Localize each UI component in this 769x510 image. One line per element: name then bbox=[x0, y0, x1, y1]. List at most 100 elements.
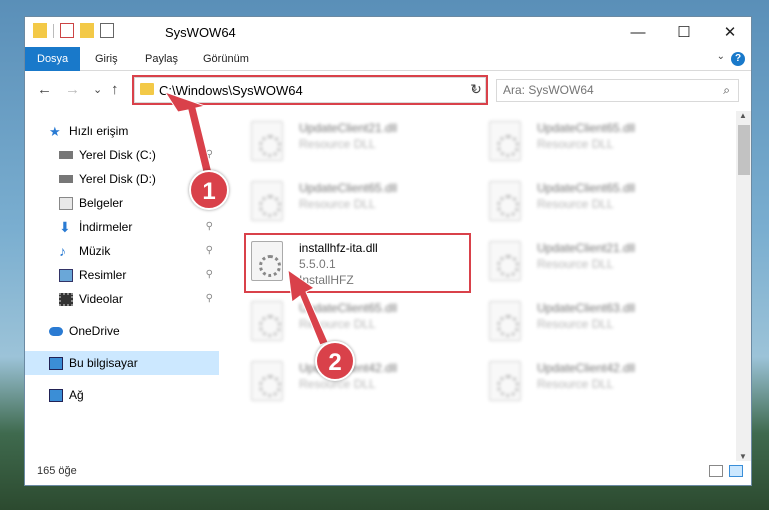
pin-icon[interactable]: ⚲ bbox=[206, 245, 213, 256]
tab-file[interactable]: Dosya bbox=[25, 47, 81, 71]
file-description: Resource DLL bbox=[537, 137, 614, 151]
item-count: 165 öğe bbox=[37, 465, 77, 477]
cloud-icon bbox=[49, 326, 63, 336]
dll-file-icon bbox=[489, 361, 521, 401]
recent-locations-button[interactable]: ⌄ bbox=[93, 83, 102, 96]
scrollbar-thumb[interactable] bbox=[738, 125, 750, 175]
search-icon[interactable]: ⌕ bbox=[723, 83, 730, 98]
file-item[interactable]: UpdateClient42.dll Resource DLL bbox=[247, 355, 477, 415]
sidebar-item-label: İndirmeler bbox=[79, 220, 133, 234]
address-highlight-box bbox=[132, 75, 488, 105]
tab-home[interactable]: Giriş bbox=[83, 47, 130, 71]
file-item[interactable]: UpdateClient63.dll Resource DLL bbox=[485, 295, 715, 355]
file-highlight-box bbox=[244, 233, 471, 293]
sidebar-item-label: Belgeler bbox=[79, 196, 124, 210]
title-bar: SysWOW64 — ☐ ✕ bbox=[25, 17, 751, 47]
file-item[interactable]: UpdateClient42.dll Resource DLL bbox=[485, 355, 715, 415]
step-1-badge: 1 bbox=[189, 170, 229, 210]
new-folder-icon[interactable] bbox=[80, 23, 94, 38]
search-box[interactable]: ⌕ bbox=[496, 79, 739, 102]
file-item[interactable]: UpdateClient21.dll Resource DLL bbox=[485, 235, 715, 295]
tab-view[interactable]: Görünüm bbox=[191, 47, 261, 71]
sidebar-item-pictures[interactable]: Resimler ⚲ bbox=[25, 263, 219, 287]
folder-icon[interactable] bbox=[33, 23, 47, 38]
file-description: Resource DLL bbox=[299, 197, 376, 211]
network-icon bbox=[49, 388, 63, 402]
ribbon-tabs: Dosya Giriş Paylaş Görünüm ⌄ ? bbox=[25, 47, 751, 71]
dll-file-icon bbox=[489, 301, 521, 341]
sidebar-item-network[interactable]: Ağ bbox=[25, 383, 219, 407]
file-name: UpdateClient65.dll bbox=[299, 301, 398, 315]
dll-file-icon bbox=[489, 121, 521, 161]
drive-icon bbox=[59, 151, 73, 159]
file-item[interactable]: UpdateClient21.dll Resource DLL bbox=[247, 115, 477, 175]
sidebar-item-label: Yerel Disk (D:) bbox=[79, 172, 156, 186]
pictures-icon bbox=[59, 268, 73, 282]
sidebar-item-label: OneDrive bbox=[69, 324, 120, 338]
large-icons-view-icon[interactable] bbox=[729, 465, 743, 477]
sidebar-item-label: Hızlı erişim bbox=[69, 124, 129, 138]
star-icon: ★ bbox=[49, 123, 61, 139]
dll-file-icon bbox=[489, 241, 521, 281]
sidebar-item-label: Videolar bbox=[79, 292, 123, 306]
computer-icon bbox=[49, 356, 63, 370]
close-button[interactable]: ✕ bbox=[707, 17, 751, 47]
up-button[interactable]: ↑ bbox=[111, 81, 119, 98]
pin-icon[interactable]: ⚲ bbox=[206, 293, 213, 304]
help-icon[interactable]: ? bbox=[731, 52, 745, 66]
sidebar-item-label: Resimler bbox=[79, 268, 127, 282]
file-item[interactable]: UpdateClient65.dll Resource DLL bbox=[485, 175, 715, 235]
sidebar-item-label: Ağ bbox=[69, 388, 84, 402]
pin-icon[interactable]: ⚲ bbox=[206, 221, 213, 232]
dll-file-icon bbox=[251, 361, 283, 401]
dll-file-icon bbox=[251, 121, 283, 161]
scroll-up-icon[interactable]: ▲ bbox=[739, 111, 747, 120]
toolbar-separator bbox=[53, 23, 54, 38]
file-description: Resource DLL bbox=[299, 317, 376, 331]
properties-icon[interactable] bbox=[60, 23, 74, 38]
pin-icon[interactable]: ⚲ bbox=[206, 269, 213, 280]
minimize-button[interactable]: — bbox=[615, 17, 661, 47]
sidebar-item-quick-access[interactable]: ★ Hızlı erişim bbox=[25, 119, 219, 143]
file-description: Resource DLL bbox=[537, 197, 614, 211]
customize-toolbar-icon[interactable] bbox=[100, 23, 114, 38]
ribbon-expand-icon[interactable]: ⌄ bbox=[717, 51, 725, 62]
navigation-bar: ← → ⌄ ↑ C:\Windows\SysWOW64 ⌄ ↻ ⌕ bbox=[25, 73, 751, 107]
file-description: Resource DLL bbox=[537, 377, 614, 391]
dll-file-icon bbox=[489, 181, 521, 221]
sidebar-item-this-pc[interactable]: Bu bilgisayar bbox=[25, 351, 219, 375]
file-name: UpdateClient63.dll bbox=[537, 301, 636, 315]
drive-icon bbox=[59, 175, 73, 183]
documents-icon bbox=[59, 196, 73, 210]
file-list: UpdateClient21.dll Resource DLL UpdateCl… bbox=[241, 111, 735, 461]
details-view-icon[interactable] bbox=[709, 465, 723, 477]
sidebar-item-local-disk-c[interactable]: Yerel Disk (C:) ⚲ bbox=[25, 143, 219, 167]
vertical-scrollbar[interactable]: ▲ ▼ bbox=[736, 111, 751, 461]
back-button[interactable]: ← bbox=[37, 81, 52, 98]
file-item[interactable]: UpdateClient65.dll Resource DLL bbox=[247, 175, 477, 235]
videos-icon bbox=[59, 292, 73, 306]
music-icon: ♪ bbox=[59, 242, 66, 259]
sidebar-item-videos[interactable]: Videolar ⚲ bbox=[25, 287, 219, 311]
sidebar-item-label: Yerel Disk (C:) bbox=[79, 148, 156, 162]
file-name: UpdateClient21.dll bbox=[537, 241, 636, 255]
scroll-down-icon[interactable]: ▼ bbox=[739, 452, 747, 461]
navigation-pane: ★ Hızlı erişim Yerel Disk (C:) ⚲ Yerel D… bbox=[25, 111, 219, 461]
file-name: UpdateClient65.dll bbox=[299, 181, 398, 195]
sidebar-item-onedrive[interactable]: OneDrive bbox=[25, 319, 219, 343]
sidebar-item-music[interactable]: ♪ Müzik ⚲ bbox=[25, 239, 219, 263]
file-name: UpdateClient42.dll bbox=[537, 361, 636, 375]
sidebar-item-label: Müzik bbox=[79, 244, 111, 258]
tab-share[interactable]: Paylaş bbox=[133, 47, 190, 71]
pin-icon[interactable]: ⚲ bbox=[206, 149, 213, 160]
file-item[interactable]: UpdateClient65.dll Resource DLL bbox=[485, 115, 715, 175]
sidebar-item-downloads[interactable]: ⬇ İndirmeler ⚲ bbox=[25, 215, 219, 239]
file-name: UpdateClient65.dll bbox=[537, 181, 636, 195]
view-toggle bbox=[709, 465, 743, 477]
forward-button[interactable]: → bbox=[65, 81, 80, 98]
dll-file-icon bbox=[251, 181, 283, 221]
file-item[interactable]: UpdateClient65.dll Resource DLL bbox=[247, 295, 477, 355]
search-input[interactable] bbox=[503, 83, 703, 97]
sidebar-item-label: Bu bilgisayar bbox=[69, 356, 138, 370]
maximize-button[interactable]: ☐ bbox=[661, 17, 707, 47]
